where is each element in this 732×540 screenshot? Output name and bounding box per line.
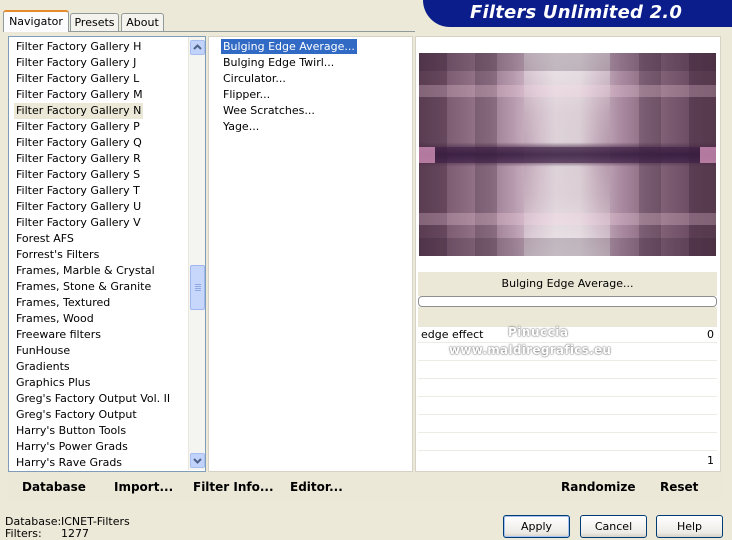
chevron-up-icon: [193, 44, 202, 50]
category-item[interactable]: Filter Factory Gallery P: [14, 119, 142, 135]
filter-item[interactable]: Circulator...: [221, 71, 288, 86]
category-item[interactable]: Filter Factory Gallery S: [14, 167, 142, 183]
editor-link[interactable]: Editor...: [290, 480, 343, 494]
category-item[interactable]: Greg's Factory Output Vol. II: [14, 391, 172, 407]
category-item[interactable]: Filter Factory Gallery T: [14, 183, 142, 199]
tab-about[interactable]: About: [121, 13, 164, 31]
filters-label: Filters:: [5, 527, 42, 540]
control-row[interactable]: 1: [418, 453, 717, 469]
control-row-empty: [418, 381, 717, 397]
category-item[interactable]: Frames, Stone & Granite: [14, 279, 153, 295]
watermark-url: www.maldiregrafics.eu: [449, 343, 612, 357]
category-item[interactable]: Forest AFS: [14, 231, 76, 247]
control-label: edge effect: [421, 328, 484, 341]
category-item[interactable]: Graphics Plus: [14, 375, 92, 391]
randomize-link[interactable]: Randomize: [561, 480, 635, 494]
filter-item[interactable]: Yage...: [221, 119, 261, 134]
control-row-empty: [418, 363, 717, 379]
category-item[interactable]: Freeware filters: [14, 327, 103, 343]
category-list[interactable]: Filter Factory Gallery H Filter Factory G…: [8, 36, 206, 472]
category-item[interactable]: Filter Factory Gallery L: [14, 71, 141, 87]
filter-info-link[interactable]: Filter Info...: [193, 480, 274, 494]
filters-count: 1277: [61, 527, 89, 540]
control-row-empty: [418, 417, 717, 433]
category-item[interactable]: Filter Factory Gallery U: [14, 199, 143, 215]
cancel-button[interactable]: Cancel: [580, 515, 647, 538]
category-item[interactable]: Filter Factory Gallery N: [14, 103, 144, 119]
filter-list[interactable]: Bulging Edge Average... Bulging Edge Twir…: [208, 36, 413, 472]
category-item[interactable]: Filter Factory Gallery R: [14, 151, 143, 167]
filter-item[interactable]: Flipper...: [221, 87, 272, 102]
separator-band: [418, 307, 717, 327]
preview-image: [419, 53, 716, 256]
scroll-up-button[interactable]: [190, 40, 205, 55]
category-item[interactable]: Filter Factory Gallery J: [14, 55, 138, 71]
filter-item[interactable]: Bulging Edge Twirl...: [221, 55, 336, 70]
scroll-thumb[interactable]: [190, 265, 205, 310]
control-value: 1: [707, 454, 714, 467]
tab-navigator[interactable]: Navigator: [3, 10, 69, 32]
control-value: 0: [707, 328, 714, 341]
category-item[interactable]: Frames, Textured: [14, 295, 112, 311]
category-item[interactable]: Frames, Wood: [14, 311, 96, 327]
control-row-empty: [418, 435, 717, 451]
reset-link[interactable]: Reset: [660, 480, 698, 494]
category-item[interactable]: FunHouse: [14, 343, 72, 359]
import-link[interactable]: Import...: [114, 480, 173, 494]
category-item[interactable]: Harry's Power Grads: [14, 439, 130, 455]
tab-presets[interactable]: Presets: [70, 13, 119, 31]
scroll-down-button[interactable]: [190, 453, 205, 468]
filter-item[interactable]: Wee Scratches...: [221, 103, 317, 118]
current-filter-name: Bulging Edge Average...: [418, 272, 717, 296]
category-scrollbar[interactable]: [188, 37, 205, 470]
category-item[interactable]: Forrest's Filters: [14, 247, 101, 263]
category-item[interactable]: Filter Factory Gallery V: [14, 215, 143, 231]
category-item[interactable]: Harry's Rave Grads: [14, 455, 124, 471]
app-title: Filters Unlimited 2.0: [470, 2, 683, 23]
category-item[interactable]: Filter Factory Gallery H: [14, 39, 143, 55]
progress-bar: [418, 296, 717, 307]
category-item[interactable]: Frames, Marble & Crystal: [14, 263, 157, 279]
help-button[interactable]: Help: [656, 515, 723, 538]
category-item[interactable]: Greg's Factory Output: [14, 407, 139, 423]
category-item[interactable]: Harry's Button Tools: [14, 423, 128, 439]
category-item[interactable]: Filter Factory Gallery Q: [14, 135, 144, 151]
filter-item[interactable]: Bulging Edge Average...: [221, 39, 357, 54]
category-item[interactable]: Gradients: [14, 359, 72, 375]
apply-button[interactable]: Apply: [503, 515, 570, 538]
chevron-down-icon: [193, 458, 202, 464]
watermark-name: Pinuccia: [508, 325, 569, 339]
control-row-empty: [418, 399, 717, 415]
category-item[interactable]: Filter Factory Gallery M: [14, 87, 145, 103]
database-link[interactable]: Database: [22, 480, 86, 494]
